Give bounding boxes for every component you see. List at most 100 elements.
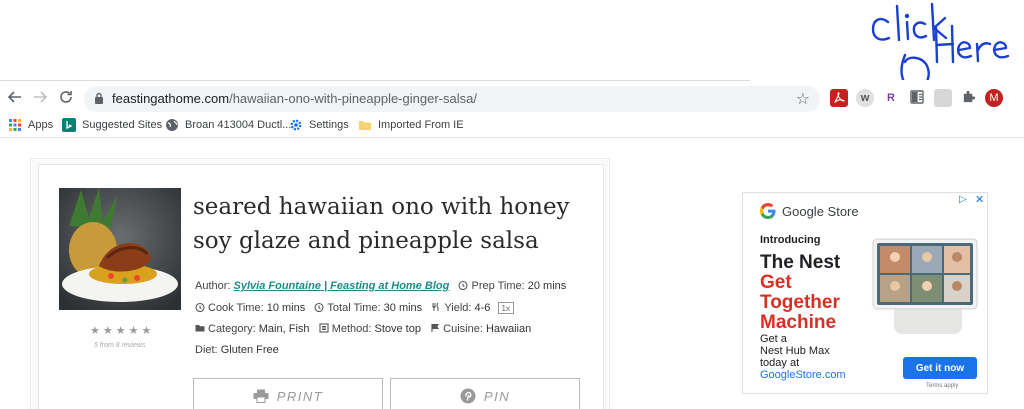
clock-icon bbox=[195, 302, 205, 312]
w-extension-icon[interactable]: w bbox=[856, 89, 874, 107]
reload-icon bbox=[60, 91, 72, 103]
ad-body-line: today at bbox=[760, 357, 800, 369]
yield-label: Yield: bbox=[444, 302, 472, 314]
recipe-photo bbox=[59, 188, 181, 310]
pdf-extension-icon[interactable] bbox=[830, 89, 848, 107]
browser-toolbar: feastingathome.com/hawaiian-ono-with-pin… bbox=[0, 82, 1024, 114]
bookmark-label: Imported From IE bbox=[378, 119, 464, 131]
apps-grid-icon bbox=[9, 119, 21, 131]
bookmark-star-icon[interactable]: ☆ bbox=[796, 89, 810, 109]
adchoices-icon[interactable]: ▷ bbox=[959, 194, 967, 205]
pinterest-icon bbox=[460, 388, 476, 404]
reader-mode-icon[interactable] bbox=[908, 89, 926, 107]
tabstrip-divider bbox=[0, 80, 750, 81]
bookmark-imported-from-ie[interactable]: Imported From IE bbox=[358, 116, 464, 134]
fork-knife-icon bbox=[432, 302, 439, 311]
recipe-title: seared hawaiian ono with honey soy glaze… bbox=[193, 190, 573, 258]
url-host: feastingathome.com bbox=[112, 91, 230, 106]
recipe-title-line: seared hawaiian ono with honey bbox=[193, 194, 570, 220]
click-here-scribble bbox=[871, 2, 1010, 80]
flag-icon bbox=[431, 323, 440, 332]
clock-icon bbox=[458, 280, 469, 290]
url-text: feastingathome.com/hawaiian-ono-with-pin… bbox=[112, 91, 477, 106]
rating-stars[interactable]: ★★★★★ bbox=[90, 324, 154, 337]
bookmark-broan[interactable]: Broan 413004 Ductl... bbox=[165, 116, 291, 134]
category-value: Main, Fish bbox=[258, 323, 310, 335]
back-arrow-icon bbox=[7, 91, 21, 103]
ad-headline: The Nest Get Together Machine bbox=[760, 253, 840, 333]
clock-icon bbox=[314, 302, 324, 312]
ad-intro: Introducing bbox=[760, 234, 821, 246]
bookmarks-bar: Apps Suggested Sites Broan 413004 Ductl.… bbox=[0, 114, 1024, 136]
ad-body-line: Get a bbox=[760, 333, 787, 345]
cook-time-label: Cook Time: bbox=[208, 302, 264, 314]
scale-button[interactable]: 1x bbox=[497, 302, 514, 314]
print-button[interactable]: PRINT bbox=[193, 378, 383, 409]
total-time-value: 30 mins bbox=[383, 302, 423, 314]
printer-icon bbox=[253, 389, 269, 403]
ad-headline-line: Machine bbox=[760, 312, 837, 333]
ad-brand-label: Google Store bbox=[782, 203, 859, 219]
reviews-count: 5 from 8 reviews bbox=[94, 342, 146, 349]
meta-row-times: Cook Time: 10 mins Total Time: 30 mins Y… bbox=[195, 302, 514, 314]
ad-body-line: Nest Hub Max bbox=[760, 345, 830, 357]
diet-label: Diet: bbox=[195, 344, 218, 356]
yield-value: 4-6 bbox=[474, 302, 491, 314]
total-time-label: Total Time: bbox=[327, 302, 381, 314]
method-value: Stove top bbox=[374, 323, 421, 335]
profile-avatar[interactable]: M bbox=[985, 89, 1003, 107]
google-g-icon bbox=[760, 203, 776, 219]
acrobat-icon bbox=[834, 92, 845, 103]
pin-label: PIN bbox=[483, 388, 511, 404]
ad-store-link[interactable]: GoogleStore.com bbox=[760, 369, 846, 381]
bookmark-label: Suggested Sites bbox=[82, 119, 163, 131]
nest-hub-max-image bbox=[872, 238, 978, 334]
r-extension-icon[interactable]: R bbox=[882, 89, 900, 107]
ad-brand: Google Store bbox=[760, 203, 859, 219]
reload-button[interactable] bbox=[57, 89, 75, 107]
pin-button[interactable]: PIN bbox=[390, 378, 580, 409]
url-path: /hawaiian-ono-with-pineapple-ginger-sals… bbox=[229, 91, 477, 106]
globe-icon bbox=[166, 119, 178, 131]
prep-time-label: Prep Time: bbox=[471, 280, 525, 292]
author-label: Author: bbox=[195, 280, 231, 292]
bookmark-settings[interactable]: Settings bbox=[289, 116, 349, 134]
bookmark-label: Settings bbox=[309, 119, 349, 131]
meta-row-category: Category: Main, Fish Method: Stove top C… bbox=[195, 323, 531, 335]
method-label: Method: bbox=[331, 323, 372, 335]
cook-time-value: 10 mins bbox=[266, 302, 306, 314]
bing-icon bbox=[62, 118, 76, 132]
folder-icon bbox=[195, 325, 205, 332]
puzzle-extensions-icon[interactable] bbox=[959, 89, 977, 107]
folder-icon bbox=[359, 121, 371, 130]
grey-extension-icon[interactable] bbox=[934, 89, 952, 107]
forward-arrow-icon bbox=[34, 91, 48, 103]
bookmark-label: Broan 413004 Ductl... bbox=[185, 119, 292, 131]
gear-icon bbox=[290, 119, 302, 131]
ad-close-icon[interactable]: ✕ bbox=[975, 193, 984, 206]
meta-row-author: Author: Sylvia Fountaine | Feasting at H… bbox=[195, 280, 566, 292]
address-bar[interactable]: feastingathome.com/hawaiian-ono-with-pin… bbox=[84, 86, 820, 112]
forward-button[interactable] bbox=[31, 89, 49, 107]
diet-value: Gluten Free bbox=[220, 344, 279, 356]
bookmark-suggested-sites[interactable]: Suggested Sites bbox=[62, 116, 162, 134]
method-icon bbox=[319, 323, 329, 333]
ad-body: Get a Nest Hub Max today at GoogleStore.… bbox=[760, 333, 846, 381]
terms-apply: Terms apply bbox=[926, 383, 959, 389]
author-link[interactable]: Sylvia Fountaine | Feasting at Home Blog bbox=[234, 280, 450, 292]
bookmark-label: Apps bbox=[28, 119, 54, 131]
bookmark-apps[interactable]: Apps bbox=[8, 116, 53, 134]
get-it-now-button[interactable]: Get it now bbox=[903, 357, 977, 379]
recipe-title-line: soy glaze and pineapple salsa bbox=[193, 228, 539, 254]
click-here-annotation bbox=[871, 2, 1010, 80]
meta-row-diet: Diet: Gluten Free bbox=[195, 344, 279, 356]
screenshot: feastingathome.com/hawaiian-ono-with-pin… bbox=[0, 0, 1024, 409]
print-label: PRINT bbox=[276, 388, 324, 404]
ad-headline-line: Get bbox=[760, 272, 792, 293]
reader-icon bbox=[910, 90, 924, 104]
back-button[interactable] bbox=[6, 89, 24, 107]
ad-headline-line: The Nest bbox=[760, 252, 841, 273]
ad-headline-line: Together bbox=[760, 292, 840, 313]
puzzle-icon bbox=[963, 90, 975, 103]
cuisine-label: Cuisine: bbox=[443, 323, 483, 335]
